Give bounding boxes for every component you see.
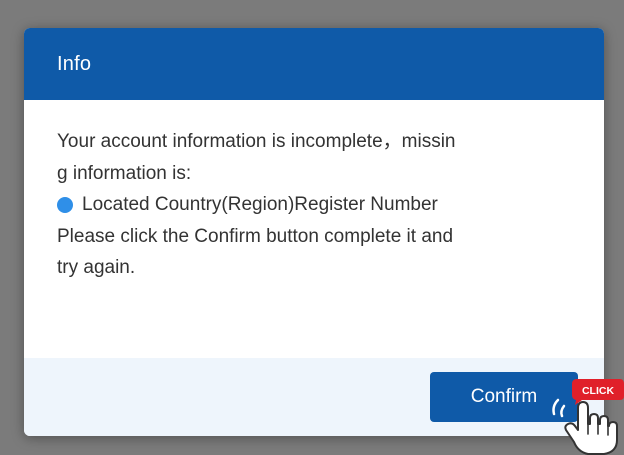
missing-field-item: Located Country(Region)Register Number (57, 189, 574, 221)
dialog-header: Info (24, 28, 604, 100)
message-line-2: g information is: (57, 162, 192, 184)
dot-icon (57, 196, 73, 213)
hand-pointer-icon: CLICK (552, 379, 624, 455)
dialog-footer: Confirm (24, 358, 604, 436)
missing-field-label: Located Country(Region)Register Number (82, 194, 438, 215)
dialog-message: Your account information is incomplete，m… (24, 100, 604, 358)
click-badge: CLICK (572, 379, 624, 405)
message-line-1: Your account information is incomplete，m… (57, 131, 456, 152)
message-line-3: Please click the Confirm button complete… (57, 225, 454, 247)
info-dialog: Info Your account information is incompl… (24, 28, 604, 436)
message-line-4: try again. (57, 257, 136, 278)
dialog-title: Info (57, 52, 92, 75)
click-badge-label: CLICK (582, 385, 614, 397)
